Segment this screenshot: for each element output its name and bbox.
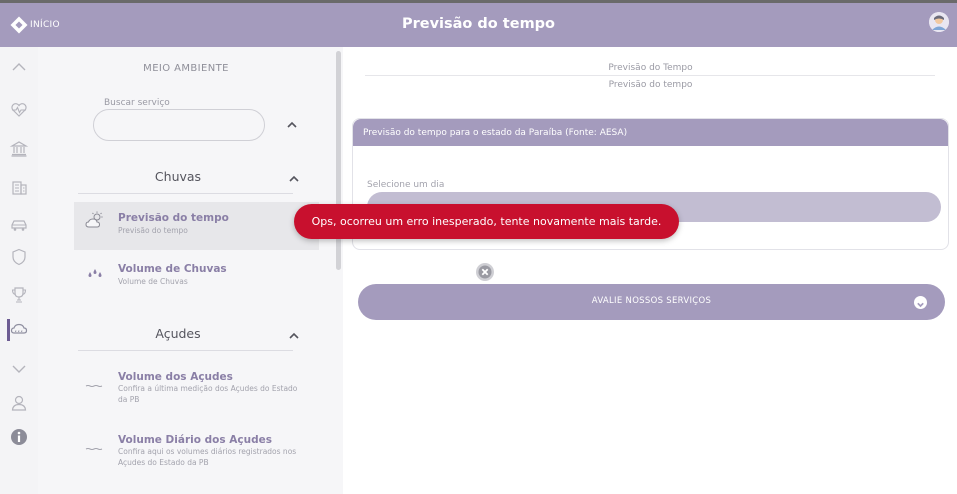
- menu-item-title: Volume dos Açudes: [118, 371, 233, 383]
- search-collapse-chevron-icon[interactable]: [285, 117, 299, 131]
- menu-item-description: Volume de Chuvas: [118, 277, 188, 286]
- menu-item-previsao-do-tempo[interactable]: Previsão do tempo Previsão do tempo: [74, 202, 319, 250]
- close-icon[interactable]: [475, 262, 495, 282]
- user-avatar-icon[interactable]: [929, 12, 949, 32]
- forecast-card-title: Previsão do tempo para o estado da Paraí…: [353, 119, 948, 146]
- bank-building-icon[interactable]: [7, 137, 31, 161]
- day-select-label: Selecione um dia: [367, 180, 445, 190]
- menu-item-description: Previsão do tempo: [118, 226, 188, 235]
- group-title-chuvas[interactable]: Chuvas: [78, 169, 278, 184]
- page-title: Previsão do tempo: [401, 16, 556, 32]
- menu-item-description: Confira a última medição dos Açudes do E…: [118, 384, 298, 404]
- breadcrumb-section: Previsão do Tempo: [608, 63, 693, 73]
- icon-rail: [0, 47, 38, 494]
- water-wave-icon: [84, 434, 106, 456]
- search-label: Buscar serviço: [104, 98, 170, 108]
- acudes-collapse-chevron-icon[interactable]: [287, 328, 301, 342]
- menu-section-title: MEIO AMBIENTE: [143, 63, 229, 74]
- breadcrumb-divider: [365, 75, 935, 76]
- menu-item-description: Confira aqui os volumes diários registra…: [118, 447, 297, 467]
- water-wave-icon: [84, 371, 106, 393]
- trophy-icon[interactable]: [7, 283, 31, 307]
- menu-item-volume-de-chuvas[interactable]: Volume de Chuvas Volume de Chuvas: [74, 255, 319, 295]
- menu-item-volume-dos-acudes[interactable]: Volume dos Açudes Confira a última mediç…: [74, 363, 319, 413]
- shield-icon[interactable]: [7, 245, 31, 269]
- group-divider: [78, 193, 293, 194]
- search-input[interactable]: [93, 109, 265, 141]
- car-icon[interactable]: [7, 213, 31, 237]
- rate-services-label: AVALIE NOSSOS SERVIÇOS: [591, 296, 712, 306]
- menu-item-volume-diario-dos-acudes[interactable]: Volume Diário dos Açudes Confira aqui os…: [74, 426, 319, 478]
- info-icon[interactable]: [7, 425, 31, 449]
- error-message: Ops, ocorreu um erro inesperado, tente n…: [311, 215, 662, 228]
- user-icon[interactable]: [7, 391, 31, 415]
- chevron-down-circle-icon: [914, 296, 927, 309]
- menu-item-title: Volume Diário dos Açudes: [118, 434, 272, 446]
- heartbeat-icon[interactable]: [7, 98, 31, 122]
- rate-services-button[interactable]: AVALIE NOSSOS SERVIÇOS: [358, 284, 945, 320]
- weather-sun-cloud-icon: [84, 210, 106, 232]
- office-building-icon[interactable]: [7, 175, 31, 199]
- menu-item-title: Volume de Chuvas: [118, 263, 227, 275]
- group-title-acudes[interactable]: Açudes: [78, 326, 278, 341]
- menu-item-title: Previsão do tempo: [118, 212, 229, 224]
- cloud-rain-icon[interactable]: [7, 318, 31, 342]
- chuvas-collapse-chevron-icon[interactable]: [287, 171, 301, 185]
- chevron-up-icon[interactable]: [7, 55, 31, 79]
- top-bar: INÍCIO Previsão do tempo: [0, 0, 957, 47]
- raindrops-icon: [84, 263, 106, 285]
- app-page: INÍCIO Previsão do tempo MEIO AMBIENTE B…: [0, 0, 957, 494]
- chevron-down-icon[interactable]: [7, 357, 31, 381]
- group-divider: [78, 350, 293, 351]
- breadcrumb-page: Previsão do tempo: [608, 80, 693, 90]
- error-toast: Ops, ocorreu um erro inesperado, tente n…: [294, 204, 679, 239]
- service-menu-panel: MEIO AMBIENTE Buscar serviço Chuvas Prev…: [38, 47, 343, 494]
